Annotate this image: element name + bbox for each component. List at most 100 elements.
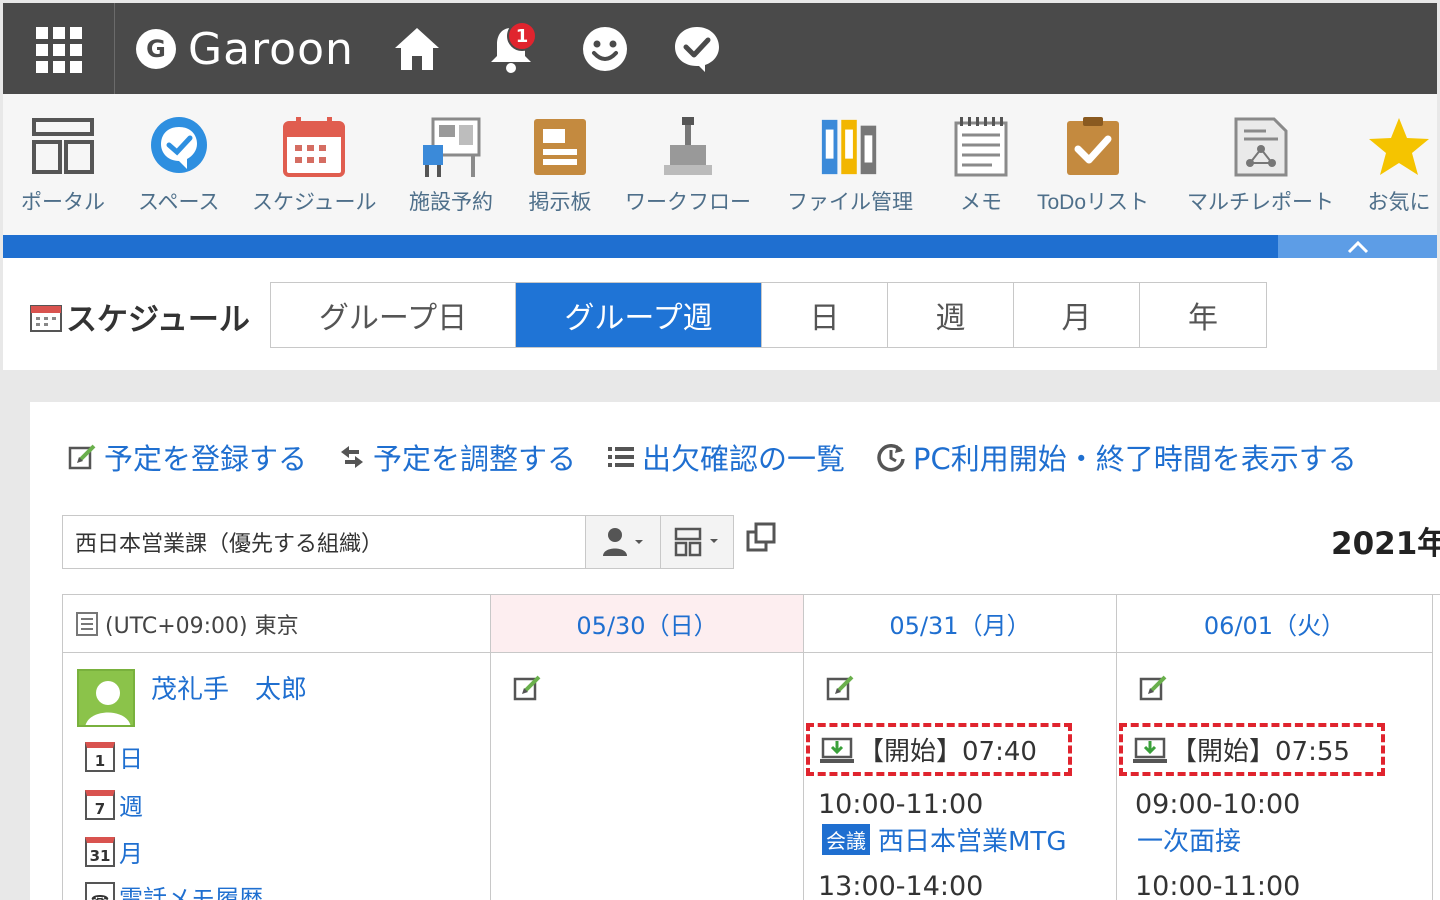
app-todo[interactable]: ToDoリスト	[1037, 114, 1149, 216]
timezone-icon	[76, 611, 98, 636]
add-event-icon[interactable]	[1139, 673, 1169, 703]
pc-start-icon	[820, 737, 854, 763]
adjust-arrows-icon	[337, 442, 367, 472]
app-memo[interactable]: メモ	[949, 114, 1013, 216]
pc-start-time-entry[interactable]: 【開始】07:55	[1119, 723, 1385, 776]
phone-memo-history-link[interactable]: ☎ 電話メモ履歴	[85, 879, 263, 900]
tab-month[interactable]: 月	[1014, 283, 1140, 347]
timezone-label: (UTC+09:00) 東京	[105, 613, 299, 639]
org-select-button[interactable]	[660, 515, 734, 569]
pc-start-label: 【開始】07:40	[858, 737, 1037, 767]
space-icon	[147, 114, 211, 180]
app-file[interactable]: ファイル管理	[787, 114, 913, 216]
app-workflow[interactable]: ワークフロー	[625, 114, 751, 216]
calendar-week-icon: 7	[85, 789, 115, 820]
app-bulletin[interactable]: 掲示板	[528, 114, 592, 216]
app-schedule[interactable]: スケジュール	[252, 114, 377, 216]
bulletin-icon	[528, 114, 592, 180]
notification-badge: 1	[507, 21, 537, 51]
pc-start-label: 【開始】07:55	[1171, 737, 1350, 767]
facility-icon	[419, 114, 483, 180]
tab-year[interactable]: 年	[1140, 283, 1266, 347]
list-icon	[606, 442, 636, 472]
page-title-text: スケジュール	[66, 302, 250, 338]
person-icon	[603, 528, 643, 556]
app-multi-report[interactable]: マルチレポート	[1187, 114, 1334, 216]
register-event-link[interactable]: 予定を登録する	[68, 436, 307, 478]
year-label: 2021年	[1331, 526, 1440, 562]
app-label: マルチレポート	[1187, 191, 1334, 214]
calendar-icon	[282, 114, 346, 180]
collapse-toggle[interactable]	[1278, 235, 1437, 258]
garoon-logo[interactable]: G Garoon	[136, 23, 354, 75]
app-name: Garoon	[188, 23, 354, 75]
event-time: 10:00-11:00	[818, 789, 984, 820]
group-week-calendar: (UTC+09:00) 東京 05/30（日） 05/31（月） 06/01（火…	[62, 594, 1440, 900]
adjust-event-link[interactable]: 予定を調整する	[337, 436, 576, 478]
notification-button[interactable]: 1	[483, 21, 539, 77]
event-title-link[interactable]: 一次面接	[1137, 821, 1241, 858]
timezone-cell: (UTC+09:00) 東京	[63, 595, 491, 653]
group-select[interactable]: 西日本営業課（優先する組織）	[62, 515, 586, 569]
home-button[interactable]	[389, 21, 445, 77]
add-event-icon[interactable]	[513, 673, 543, 703]
day-cell-monday[interactable]: 【開始】07:40 10:00-11:00 会議 西日本営業MTG 13:00-…	[804, 653, 1117, 900]
day-cell-tuesday[interactable]: 【開始】07:55 09:00-10:00 一次面接 10:00-11:00	[1117, 653, 1433, 900]
tab-week[interactable]: 週	[888, 283, 1014, 347]
open-new-window-button[interactable]	[746, 522, 778, 554]
user-month-link[interactable]: 31 月	[85, 834, 143, 869]
day-header-sunday[interactable]: 05/30（日）	[491, 595, 804, 653]
apps-menu-button[interactable]	[3, 3, 115, 94]
chevron-up-icon	[1347, 240, 1368, 253]
app-label: 掲示板	[528, 191, 592, 214]
application-toolbar: ポータル スペース スケジュール 施設予約 掲示板 ワークフロー ファイル管理 …	[3, 94, 1437, 235]
report-icon	[1229, 114, 1293, 180]
avatar[interactable]	[77, 669, 135, 727]
user-week-link[interactable]: 7 週	[85, 787, 143, 822]
pc-start-time-entry[interactable]: 【開始】07:40	[806, 723, 1072, 776]
app-label: お気に	[1367, 191, 1431, 214]
app-facility[interactable]: 施設予約	[409, 114, 493, 216]
action-links: 予定を登録する 予定を調整する 出欠確認の一覧 PC利用開始・終了時間を表示する	[68, 436, 1387, 478]
calendar-icon	[30, 304, 62, 332]
attendance-list-link[interactable]: 出欠確認の一覧	[606, 436, 845, 478]
clock-refresh-icon	[875, 441, 907, 473]
app-portal[interactable]: ポータル	[21, 114, 105, 216]
meeting-tag: 会議	[822, 824, 870, 855]
app-label: ポータル	[21, 191, 105, 214]
page-title: スケジュール	[30, 294, 250, 339]
day-header-monday[interactable]: 05/31（月）	[804, 595, 1117, 653]
memo-icon	[949, 114, 1013, 180]
people-button[interactable]	[577, 21, 633, 77]
home-icon	[395, 28, 439, 70]
app-bar-divider	[3, 235, 1278, 258]
event-time: 09:00-10:00	[1135, 789, 1301, 820]
user-name-link[interactable]: 茂礼手 太郎	[151, 669, 307, 706]
popout-icon	[746, 522, 776, 552]
app-label: スケジュール	[252, 191, 377, 214]
tab-group-week[interactable]: グループ週	[516, 283, 762, 347]
app-favorites[interactable]: お気に	[1367, 114, 1431, 216]
event-title-link[interactable]: 会議 西日本営業MTG	[822, 821, 1066, 858]
space-button[interactable]	[669, 21, 725, 77]
app-space[interactable]: スペース	[138, 114, 219, 216]
apps-grid-icon	[36, 27, 82, 73]
add-event-icon[interactable]	[826, 673, 856, 703]
schedule-header: スケジュール グループ日 グループ週 日 週 月 年	[3, 258, 1437, 370]
user-select-button[interactable]	[585, 515, 661, 569]
tab-day[interactable]: 日	[762, 283, 888, 347]
pc-start-icon	[1133, 737, 1167, 763]
logo-mark: G	[136, 29, 176, 69]
day-header-tuesday[interactable]: 06/01（火）	[1117, 595, 1433, 653]
day-cell-sunday[interactable]	[491, 653, 804, 900]
pc-usage-time-link[interactable]: PC利用開始・終了時間を表示する	[875, 436, 1357, 478]
phone-memo-icon: ☎	[85, 881, 115, 900]
calendar-month-icon: 31	[85, 836, 115, 867]
app-label: メモ	[960, 191, 1002, 214]
space-icon	[675, 27, 719, 72]
tab-group-day[interactable]: グループ日	[271, 283, 516, 347]
app-label: スペース	[138, 191, 220, 214]
user-day-link[interactable]: 1 日	[85, 739, 143, 774]
app-label: ToDoリスト	[1037, 191, 1150, 214]
star-icon	[1367, 114, 1431, 180]
